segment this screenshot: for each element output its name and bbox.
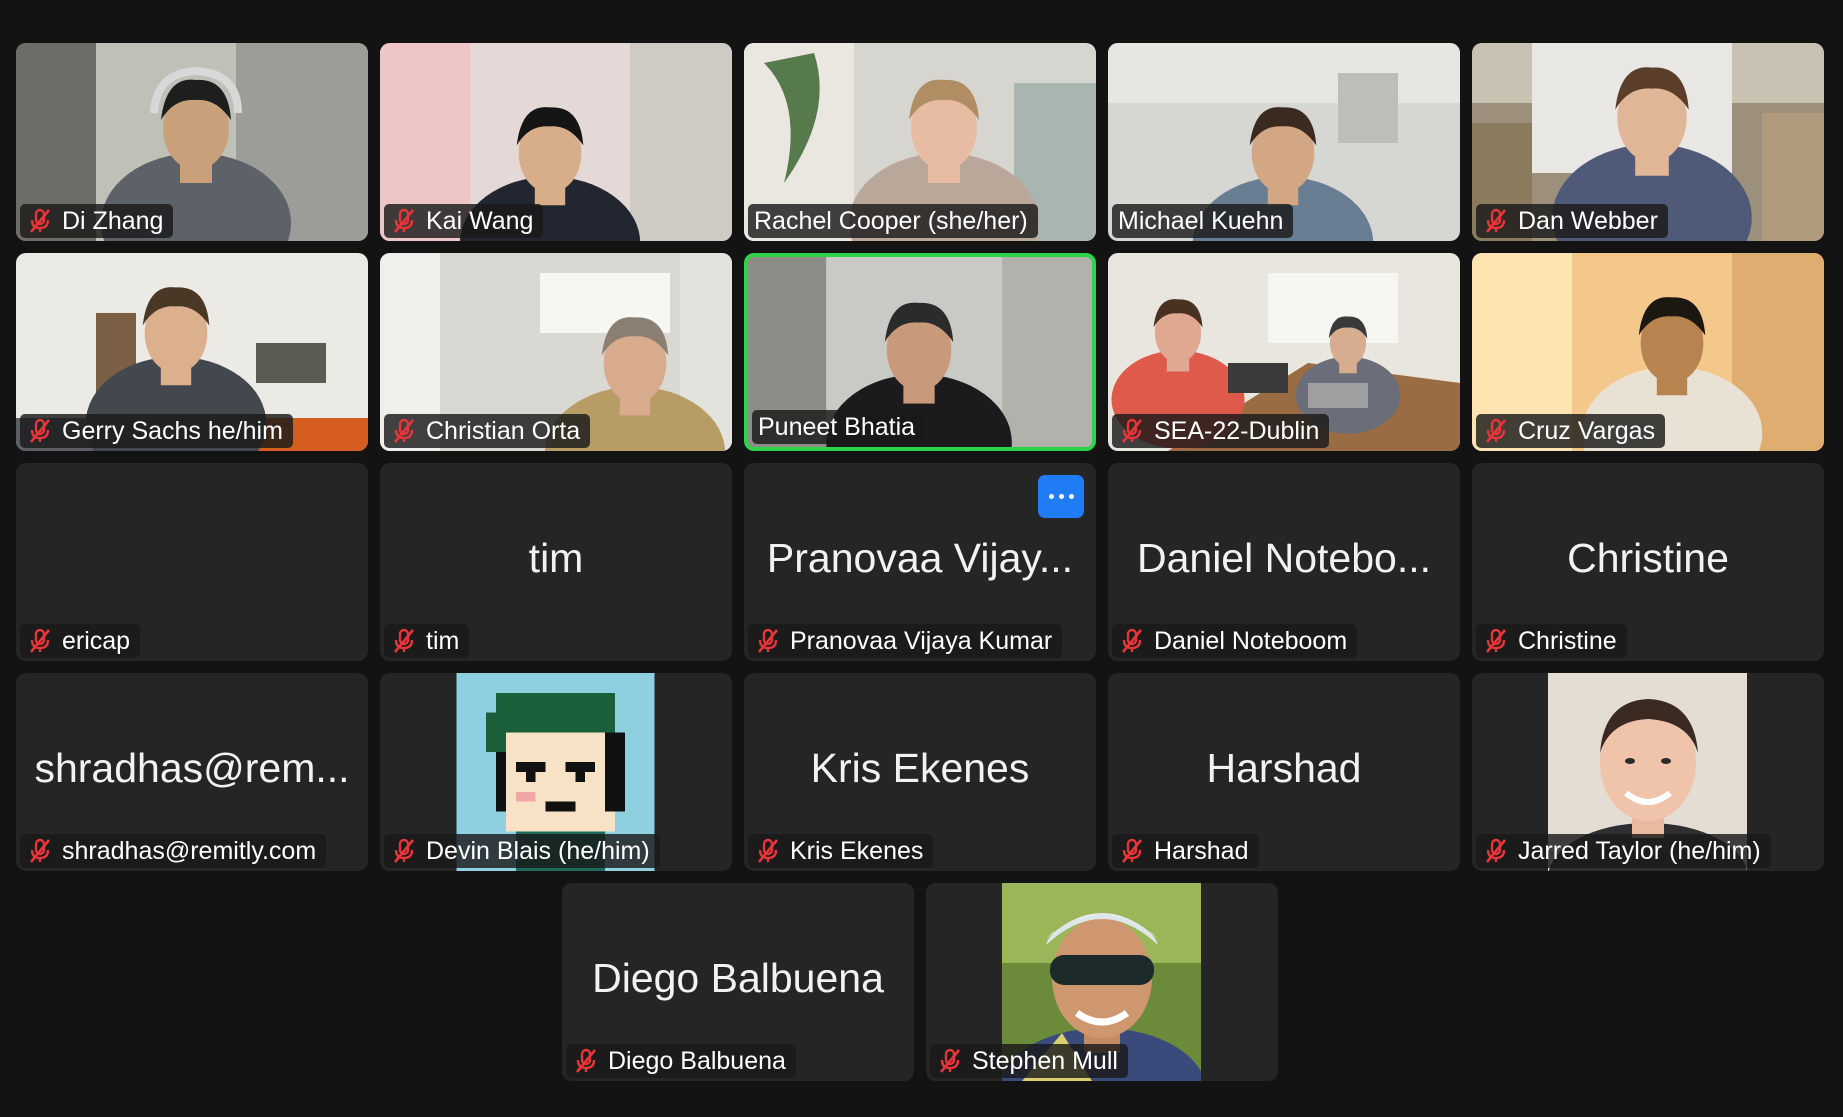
participant-name: shradhas@remitly.com bbox=[62, 836, 317, 865]
participant-name-label: Diego Balbuena bbox=[566, 1044, 796, 1078]
participant-name-label: Puneet Bhatia bbox=[752, 410, 926, 444]
participant-tile[interactable]: Christian Orta bbox=[380, 253, 732, 451]
participant-tile[interactable]: Jarred Taylor (he/him) bbox=[1472, 673, 1824, 871]
participant-tile[interactable]: Daniel Notebo... Daniel Noteboom bbox=[1108, 463, 1460, 661]
participant-display-name: shradhas@rem... bbox=[34, 745, 350, 791]
participant-name: Kris Ekenes bbox=[790, 836, 924, 865]
microphone-muted-icon bbox=[393, 208, 415, 233]
participant-tile[interactable]: Di Zhang bbox=[16, 43, 368, 241]
participant-name: Cruz Vargas bbox=[1518, 416, 1656, 445]
microphone-muted-icon bbox=[757, 838, 779, 863]
participant-name: Christine bbox=[1518, 626, 1617, 655]
microphone-muted-icon bbox=[1121, 418, 1143, 443]
participant-name-label: Rachel Cooper (she/her) bbox=[748, 204, 1038, 238]
participant-name: Harshad bbox=[1154, 836, 1249, 865]
microphone-muted-icon bbox=[757, 628, 779, 653]
microphone-muted-icon bbox=[29, 628, 51, 653]
participant-name-label: Stephen Mull bbox=[930, 1044, 1128, 1078]
participant-tile[interactable]: tim tim bbox=[380, 463, 732, 661]
participant-tile[interactable]: Harshad Harshad bbox=[1108, 673, 1460, 871]
participant-name-label: Christian Orta bbox=[384, 414, 591, 448]
participant-name: Michael Kuehn bbox=[1118, 206, 1284, 235]
participant-tile[interactable]: ericap bbox=[16, 463, 368, 661]
participant-name-label: Di Zhang bbox=[20, 204, 174, 238]
microphone-muted-icon bbox=[1485, 628, 1507, 653]
participant-name: Di Zhang bbox=[62, 206, 164, 235]
participant-display-name: Kris Ekenes bbox=[810, 745, 1030, 791]
microphone-muted-icon bbox=[29, 208, 51, 233]
participant-name-label: Devin Blais (he/him) bbox=[384, 834, 660, 868]
participant-name: ericap bbox=[62, 626, 131, 655]
microphone-muted-icon bbox=[1485, 418, 1507, 443]
participant-name-label: Kris Ekenes bbox=[748, 834, 934, 868]
participant-name: Stephen Mull bbox=[972, 1046, 1118, 1075]
participant-display-name: Christine bbox=[1567, 535, 1729, 581]
participant-name-label: Daniel Noteboom bbox=[1112, 624, 1358, 658]
participant-name-label: shradhas@remitly.com bbox=[20, 834, 327, 868]
participant-tile[interactable]: Pranovaa Vijay... Pranovaa Vijaya Kumar bbox=[744, 463, 1096, 661]
participant-tile[interactable]: Diego Balbuena Diego Balbuena bbox=[562, 883, 914, 1081]
participant-name: Gerry Sachs he/him bbox=[62, 416, 283, 445]
participant-name-label: Jarred Taylor (he/him) bbox=[1476, 834, 1771, 868]
participant-tile[interactable]: Kai Wang bbox=[380, 43, 732, 241]
participant-tile[interactable]: Devin Blais (he/him) bbox=[380, 673, 732, 871]
participant-tile[interactable]: Christine Christine bbox=[1472, 463, 1824, 661]
participant-tile[interactable]: Cruz Vargas bbox=[1472, 253, 1824, 451]
participant-tile[interactable]: Gerry Sachs he/him bbox=[16, 253, 368, 451]
microphone-muted-icon bbox=[1485, 838, 1507, 863]
participant-name: Diego Balbuena bbox=[608, 1046, 786, 1075]
participant-name: tim bbox=[426, 626, 460, 655]
participant-name-label: Cruz Vargas bbox=[1476, 414, 1666, 448]
participant-name: Daniel Noteboom bbox=[1154, 626, 1348, 655]
participant-tile[interactable]: Rachel Cooper (she/her) bbox=[744, 43, 1096, 241]
participant-tile[interactable]: Michael Kuehn bbox=[1108, 43, 1460, 241]
gallery-view: Di Zhang Kai Wang Rachel Cooper (she/her… bbox=[0, 0, 1843, 1117]
participant-name: Rachel Cooper (she/her) bbox=[754, 206, 1028, 235]
participant-name-label: Michael Kuehn bbox=[1112, 204, 1294, 238]
participant-tile[interactable]: shradhas@rem... shradhas@remitly.com bbox=[16, 673, 368, 871]
participant-display-name: Pranovaa Vijay... bbox=[766, 535, 1074, 581]
participant-display-name: Harshad bbox=[1206, 745, 1362, 791]
participant-name-label: Christine bbox=[1476, 624, 1627, 658]
participant-name-label: Pranovaa Vijaya Kumar bbox=[748, 624, 1063, 658]
more-options-button[interactable] bbox=[1038, 475, 1084, 518]
participant-display-name: Daniel Notebo... bbox=[1136, 535, 1431, 581]
participant-name-label: tim bbox=[384, 624, 470, 658]
participant-name-label: SEA-22-Dublin bbox=[1112, 414, 1330, 448]
participant-name: Pranovaa Vijaya Kumar bbox=[790, 626, 1053, 655]
participant-name: Kai Wang bbox=[426, 206, 534, 235]
participant-name-label: ericap bbox=[20, 624, 141, 658]
microphone-muted-icon bbox=[29, 418, 51, 443]
microphone-muted-icon bbox=[393, 418, 415, 443]
microphone-muted-icon bbox=[939, 1048, 961, 1073]
participant-name: SEA-22-Dublin bbox=[1154, 416, 1320, 445]
participant-tile[interactable]: Kris Ekenes Kris Ekenes bbox=[744, 673, 1096, 871]
participant-display-name: Diego Balbuena bbox=[592, 955, 884, 1001]
microphone-muted-icon bbox=[393, 628, 415, 653]
microphone-muted-icon bbox=[393, 838, 415, 863]
microphone-muted-icon bbox=[29, 838, 51, 863]
microphone-muted-icon bbox=[1121, 628, 1143, 653]
participant-name: Puneet Bhatia bbox=[758, 412, 916, 441]
microphone-muted-icon bbox=[575, 1048, 597, 1073]
participant-name-label: Harshad bbox=[1112, 834, 1259, 868]
participant-name-label: Dan Webber bbox=[1476, 204, 1668, 238]
participant-name-label: Gerry Sachs he/him bbox=[20, 414, 293, 448]
participant-name: Dan Webber bbox=[1518, 206, 1658, 235]
participant-tile[interactable]: Stephen Mull bbox=[926, 883, 1278, 1081]
participant-name: Devin Blais (he/him) bbox=[426, 836, 650, 865]
participant-tile[interactable]: Puneet Bhatia bbox=[744, 253, 1096, 451]
participant-tile[interactable]: SEA-22-Dublin bbox=[1108, 253, 1460, 451]
participant-tile[interactable]: Dan Webber bbox=[1472, 43, 1824, 241]
microphone-muted-icon bbox=[1485, 208, 1507, 233]
participant-display-name: tim bbox=[528, 535, 584, 581]
participant-name-label: Kai Wang bbox=[384, 204, 544, 238]
participant-name: Jarred Taylor (he/him) bbox=[1518, 836, 1761, 865]
participant-name: Christian Orta bbox=[426, 416, 581, 445]
microphone-muted-icon bbox=[1121, 838, 1143, 863]
